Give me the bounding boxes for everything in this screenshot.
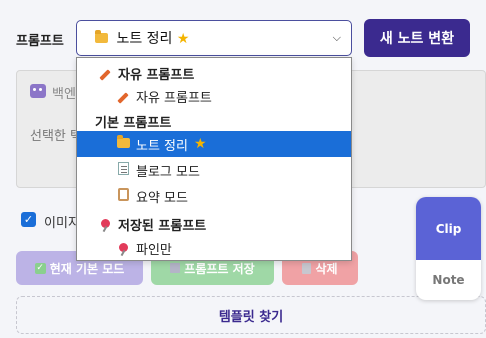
note-tab[interactable]: Note [416,260,481,300]
clip-tab[interactable]: Clip [416,197,481,260]
clipboard-icon [117,188,129,201]
option-blog-mode[interactable]: 블로그 모드 [77,157,351,183]
trash-icon [302,262,312,274]
convert-note-button[interactable]: 새 노트 변환 [364,19,470,57]
find-template-button[interactable]: 템플릿 찾기 [16,296,486,334]
prompt-select-value: 노트 정리 [116,31,173,47]
save-icon [170,263,181,273]
group-saved-prompt: 저장된 프롬프트 [77,211,351,237]
folder-icon [116,135,130,148]
pencil-icon [99,69,111,81]
option-summary-mode[interactable]: 요약 모드 [77,183,351,209]
image-checkbox-label: 이미지 [44,216,80,231]
memo-icon [117,162,129,175]
bot-label: 백엔 [52,87,76,102]
star-icon: ★ [193,136,207,152]
pencil-icon [117,92,129,104]
text-area-placeholder: 선택한 텍 [30,129,82,144]
check-icon: ✓ [34,262,46,274]
option-feynman[interactable]: 파인만 [77,235,351,260]
robot-icon [30,84,46,98]
prompt-label: 프롬프트 [16,34,64,49]
option-free-prompt[interactable]: 자유 프롬프트 [77,83,351,109]
folder-icon [95,30,108,43]
prompt-select[interactable]: 노트 정리 ★ ⌵ [76,20,352,56]
image-checkbox[interactable]: ✓ [21,212,36,227]
pushpin-icon [100,219,110,228]
save-prompt-label: 프롬프트 저장 [184,261,255,276]
default-mode-label: 현재 기본 모드 [49,261,125,276]
option-note-summary[interactable]: 노트 정리 ★ [77,131,351,157]
prompt-dropdown-list: 자유 프롬프트 자유 프롬프트 기본 프롬프트 노트 정리 ★ 블로그 모드 요… [76,57,352,261]
chevron-down-icon: ⌵ [332,31,341,44]
star-icon: ★ [176,31,190,47]
delete-label: 삭제 [315,261,338,276]
pushpin-icon [118,243,128,252]
clip-note-widget: Clip Note [416,197,481,300]
